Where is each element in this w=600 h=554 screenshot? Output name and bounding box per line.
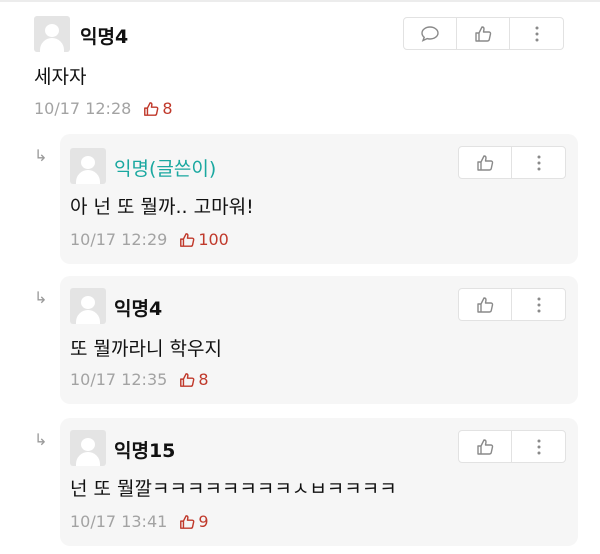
reply-button[interactable] [404, 18, 457, 49]
reply-meta: 10/17 12:29 100 [70, 230, 229, 249]
reply-meta: 10/17 12:35 8 [70, 370, 209, 389]
like-count: 100 [179, 230, 229, 249]
more-button[interactable] [512, 289, 565, 320]
like-count: 8 [179, 370, 209, 389]
avatar [70, 148, 106, 184]
reply-author-name: 익명4 [114, 298, 163, 320]
reply-action-buttons [458, 288, 566, 321]
like-button[interactable] [459, 431, 512, 462]
comment-icon [421, 25, 439, 42]
reply-author-name: 익명(글쓴이) [114, 158, 217, 180]
reply-author-name: 익명15 [114, 440, 176, 462]
thumbs-up-icon [475, 25, 492, 42]
reply-meta: 10/17 13:41 9 [70, 512, 209, 531]
more-vert-icon [537, 439, 540, 454]
reply-action-buttons [458, 146, 566, 179]
like-button[interactable] [459, 147, 512, 178]
thumbs-up-icon [144, 101, 159, 116]
more-button[interactable] [512, 431, 565, 462]
avatar [34, 16, 70, 52]
reply-arrow-icon: ↳ [34, 288, 48, 307]
timestamp: 10/17 13:41 [70, 512, 168, 531]
thumbs-up-icon [180, 372, 195, 387]
reply-text: 또 뭘까라니 학우지 [70, 338, 222, 360]
avatar [70, 288, 106, 324]
thumbs-up-icon [180, 232, 195, 247]
more-vert-icon [537, 155, 540, 170]
reply-card: 익명15 넌 또 뭘깔ㅋㅋㅋㅋㅋㅋㅋㅋㅅㅂㅋㅋㅋㅋ 10/17 13:41 9 [60, 418, 578, 546]
comment-meta: 10/17 12:28 8 [34, 99, 173, 118]
reply-card: 익명(글쓴이) 아 넌 또 뭘까.. 고마워! 10/17 12:29 100 [60, 134, 578, 264]
timestamp: 10/17 12:29 [70, 230, 168, 249]
like-button[interactable] [457, 18, 510, 49]
thumbs-up-icon [477, 296, 494, 313]
top-divider [0, 0, 600, 2]
comment-action-buttons [403, 17, 564, 50]
like-button[interactable] [459, 289, 512, 320]
reply-card: 익명4 또 뭘까라니 학우지 10/17 12:35 8 [60, 276, 578, 404]
like-count: 9 [179, 512, 209, 531]
reply-arrow-icon: ↳ [34, 430, 48, 449]
avatar [70, 430, 106, 466]
comment-text: 세자자 [34, 66, 87, 88]
reply-text: 넌 또 뭘깔ㅋㅋㅋㅋㅋㅋㅋㅋㅅㅂㅋㅋㅋㅋ [70, 478, 397, 500]
like-count: 8 [143, 99, 173, 118]
comment-author-name: 익명4 [80, 26, 129, 48]
more-button[interactable] [512, 147, 565, 178]
timestamp: 10/17 12:35 [70, 370, 168, 389]
thumbs-up-icon [477, 438, 494, 455]
thumbs-up-icon [180, 514, 195, 529]
reply-arrow-icon: ↳ [34, 146, 48, 165]
more-button[interactable] [510, 18, 563, 49]
reply-text: 아 넌 또 뭘까.. 고마워! [70, 196, 254, 218]
reply-action-buttons [458, 430, 566, 463]
thumbs-up-icon [477, 154, 494, 171]
more-vert-icon [537, 297, 540, 312]
more-vert-icon [535, 26, 538, 41]
timestamp: 10/17 12:28 [34, 99, 132, 118]
